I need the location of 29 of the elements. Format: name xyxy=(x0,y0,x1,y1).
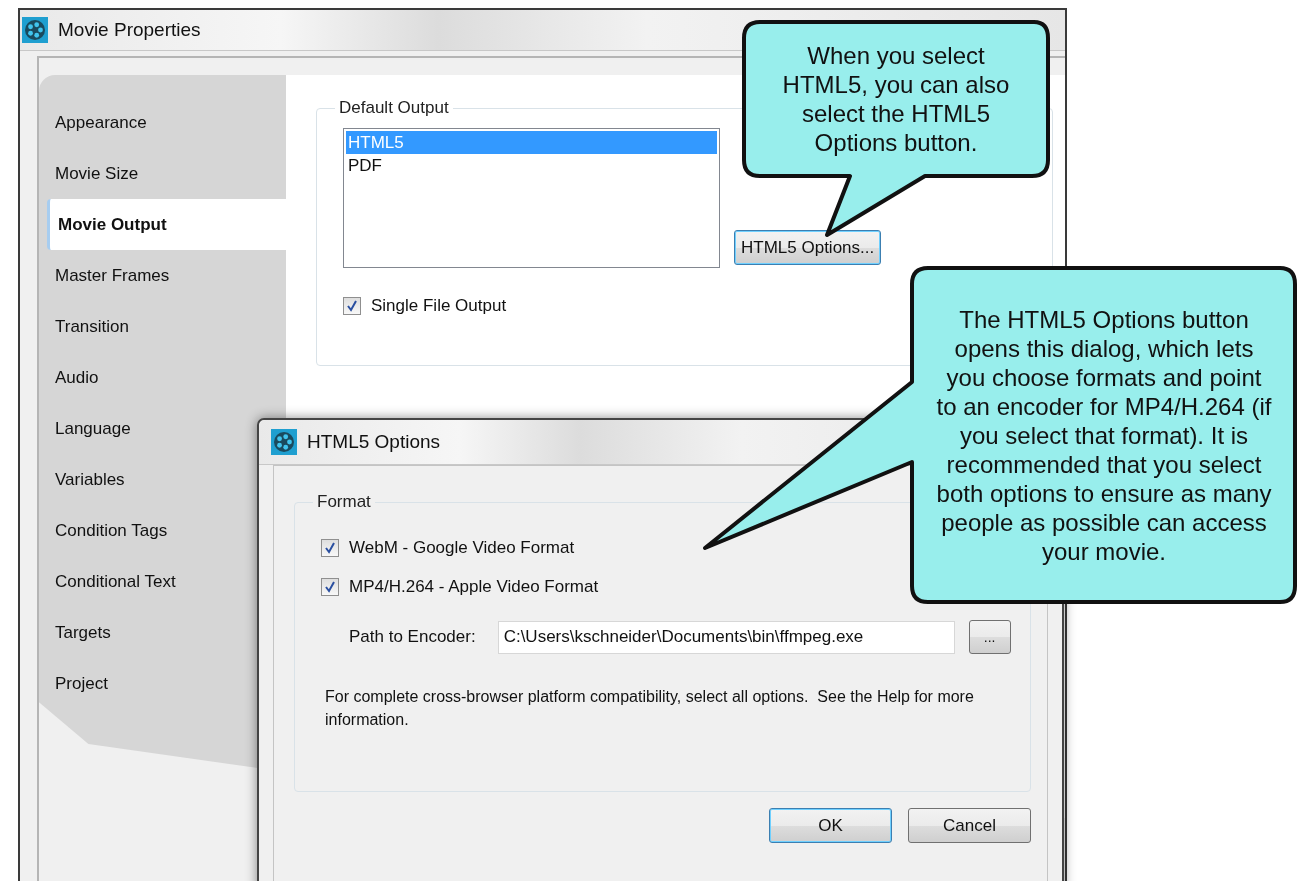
sidebar-tab[interactable]: Movie Output xyxy=(47,199,286,250)
checkbox-label: Single File Output xyxy=(371,296,507,316)
sidebar-tab[interactable]: Audio xyxy=(39,352,286,403)
callout-text: When you select HTML5, you can also select the HTML5 Options button. xyxy=(781,41,1011,157)
dialog-button[interactable]: Cancel xyxy=(908,808,1031,843)
checkbox[interactable] xyxy=(321,539,339,557)
film-reel-icon xyxy=(271,429,297,455)
sidebar-tab[interactable]: Movie Size xyxy=(39,148,286,199)
group-title: Format xyxy=(316,492,372,512)
browse-button[interactable]: ... xyxy=(968,620,1011,654)
note-text: For complete cross-browser platform compatibility, select all options. See the Help for more information. xyxy=(325,687,975,730)
output-list[interactable]: HTML5 PDF xyxy=(343,128,720,268)
sidebar-tab[interactable]: Transition xyxy=(39,301,286,352)
callout-text: The HTML5 Options button opens this dialog, which lets you choose formats and point to an encoder for MP4/H.264 (if you select that format). It is recommended that you select both options to ensure as many people as possible can access your movie. xyxy=(935,304,1273,566)
checkbox[interactable] xyxy=(343,297,361,315)
dialog-button[interactable]: OK xyxy=(769,808,892,843)
list-item[interactable]: PDF xyxy=(346,154,717,177)
encoder-path-field[interactable]: C:\Users\kschneider\Documents\bin\ffmpeg.exe xyxy=(497,620,955,654)
dialog-title: HTML5 Options xyxy=(307,431,441,453)
checkbox-label: MP4/H.264 - Apple Video Format xyxy=(349,577,599,597)
film-reel-icon xyxy=(22,17,48,43)
options-button[interactable]: HTML5 Options... xyxy=(734,230,882,265)
field-label: Path to Encoder: xyxy=(349,627,476,647)
window-title: Movie Properties xyxy=(58,19,201,41)
sidebar-tab[interactable]: Appearance xyxy=(39,97,286,148)
sidebar-tab[interactable]: Master Frames xyxy=(39,250,286,301)
checkbox[interactable] xyxy=(321,578,339,596)
group-title: Default Output xyxy=(338,98,450,118)
checkbox-label: WebM - Google Video Format xyxy=(349,538,575,558)
